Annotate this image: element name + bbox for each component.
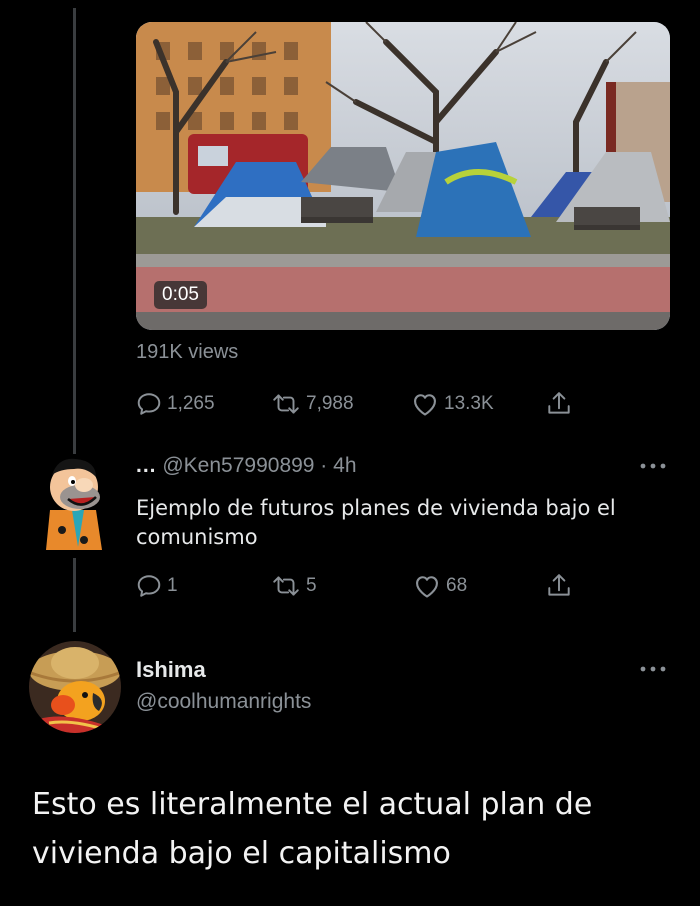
share-icon xyxy=(548,392,570,414)
parrot-avatar-image xyxy=(29,641,121,733)
more-options-icon[interactable] xyxy=(638,461,668,471)
thread-line xyxy=(73,558,76,632)
tweet-text: Esto es literalmente el actual plan de v… xyxy=(32,787,593,871)
author-name[interactable]: Ishima xyxy=(136,657,206,683)
view-count: 191K views xyxy=(136,341,239,363)
reply-avatar[interactable] xyxy=(38,455,108,550)
reply-count: 1,265 xyxy=(167,393,215,414)
retweet-button[interactable]: 7,988 xyxy=(271,391,411,417)
video-player[interactable]: 0:05 xyxy=(136,22,670,330)
heart-icon xyxy=(416,576,438,598)
reply-icon xyxy=(137,393,161,415)
like-count: 13.3K xyxy=(444,393,494,414)
author-avatar[interactable] xyxy=(29,641,121,733)
video-thumbnail-image xyxy=(136,22,670,330)
retweet-count: 7,988 xyxy=(306,393,354,414)
reply-text: Ejemplo de futuros planes de vivienda ba… xyxy=(136,496,616,549)
cartoon-avatar-image xyxy=(46,458,102,550)
reply-button[interactable]: 1 xyxy=(136,573,271,599)
heart-icon xyxy=(414,394,436,416)
reply-header: ... @Ken57990899 · 4h xyxy=(136,454,357,478)
retweet-count: 5 xyxy=(306,575,317,596)
share-button[interactable] xyxy=(546,390,572,418)
retweet-icon xyxy=(273,394,299,414)
share-button[interactable] xyxy=(546,572,572,600)
reply-button[interactable]: 1,265 xyxy=(136,391,271,417)
more-options-icon[interactable] xyxy=(638,664,668,674)
like-button[interactable]: 68 xyxy=(413,573,546,599)
like-count: 68 xyxy=(446,575,468,596)
reply-action-bar: 1 5 68 xyxy=(136,571,572,601)
retweet-icon xyxy=(273,576,299,596)
reply-handle-time[interactable]: @Ken57990899 · 4h xyxy=(162,454,356,477)
reply-icon xyxy=(137,575,161,597)
reply-count: 1 xyxy=(167,575,178,596)
like-button[interactable]: 13.3K xyxy=(411,391,546,417)
author-handle[interactable]: @coolhumanrights xyxy=(136,690,311,714)
share-icon xyxy=(548,574,570,596)
tweet-action-bar: 1,265 7,988 13.3K xyxy=(136,389,572,419)
retweet-button[interactable]: 5 xyxy=(271,573,413,599)
reply-prefix: ... xyxy=(136,454,157,477)
thread-line xyxy=(73,8,76,454)
video-duration-badge: 0:05 xyxy=(154,281,207,309)
